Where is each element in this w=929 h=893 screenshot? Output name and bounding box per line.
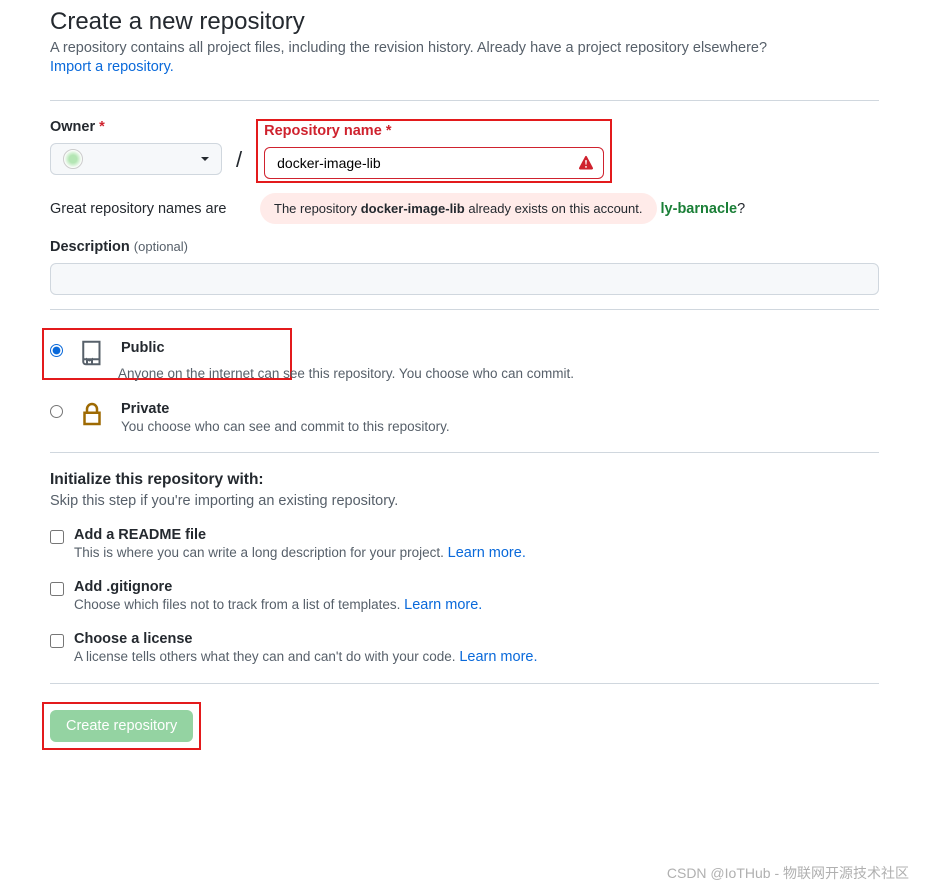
divider <box>50 309 879 310</box>
create-repository-button[interactable]: Create repository <box>50 710 193 742</box>
initialize-heading: Initialize this repository with: <box>50 471 879 489</box>
repo-name-hint: Great repository names are The repositor… <box>50 201 879 217</box>
add-gitignore-checkbox[interactable] <box>50 582 64 596</box>
repo-name-input[interactable] <box>264 147 604 179</box>
description-input[interactable] <box>50 263 879 295</box>
avatar-icon <box>63 149 83 169</box>
repo-icon <box>77 338 107 368</box>
submit-highlight-box: Create repository <box>42 702 201 750</box>
private-title: Private <box>121 401 450 417</box>
visibility-public-radio[interactable] <box>50 344 63 357</box>
add-readme-checkbox[interactable] <box>50 530 64 544</box>
owner-dropdown[interactable] <box>50 143 222 175</box>
repo-name-highlight-box: Repository name * <box>256 119 612 183</box>
owner-label: Owner * <box>50 119 222 135</box>
choose-license-checkbox[interactable] <box>50 634 64 648</box>
private-description: You choose who can see and commit to thi… <box>121 419 450 434</box>
public-description: Anyone on the internet can see this repo… <box>118 366 879 381</box>
initialize-subheading: Skip this step if you're importing an ex… <box>50 493 879 509</box>
repo-error-tooltip: The repository docker-image-lib already … <box>260 193 657 224</box>
gitignore-description: Choose which files not to track from a l… <box>74 597 482 613</box>
visibility-private-radio[interactable] <box>50 405 63 418</box>
divider <box>50 452 879 453</box>
watermark: CSDN @IoTHub - 物联网开源技术社区 <box>667 863 909 883</box>
chevron-down-icon <box>201 157 209 161</box>
license-title: Choose a license <box>74 631 538 647</box>
lock-icon <box>77 399 107 429</box>
readme-learn-more-link[interactable]: Learn more. <box>448 545 526 561</box>
gitignore-title: Add .gitignore <box>74 579 482 595</box>
divider <box>50 683 879 684</box>
public-title: Public <box>121 340 165 356</box>
readme-description: This is where you can write a long descr… <box>74 545 526 561</box>
description-label: Description (optional) <box>50 239 879 255</box>
readme-title: Add a README file <box>74 527 526 543</box>
divider <box>50 100 879 101</box>
repo-name-label: Repository name * <box>264 123 604 139</box>
license-learn-more-link[interactable]: Learn more. <box>459 649 537 665</box>
alert-triangle-icon <box>578 155 594 171</box>
gitignore-learn-more-link[interactable]: Learn more. <box>404 597 482 613</box>
slash-separator: / <box>236 147 242 173</box>
license-description: A license tells others what they can and… <box>74 649 538 665</box>
page-title: Create a new repository <box>50 8 879 36</box>
page-subtitle: A repository contains all project files,… <box>50 40 879 56</box>
import-repository-link[interactable]: Import a repository. <box>50 59 174 75</box>
